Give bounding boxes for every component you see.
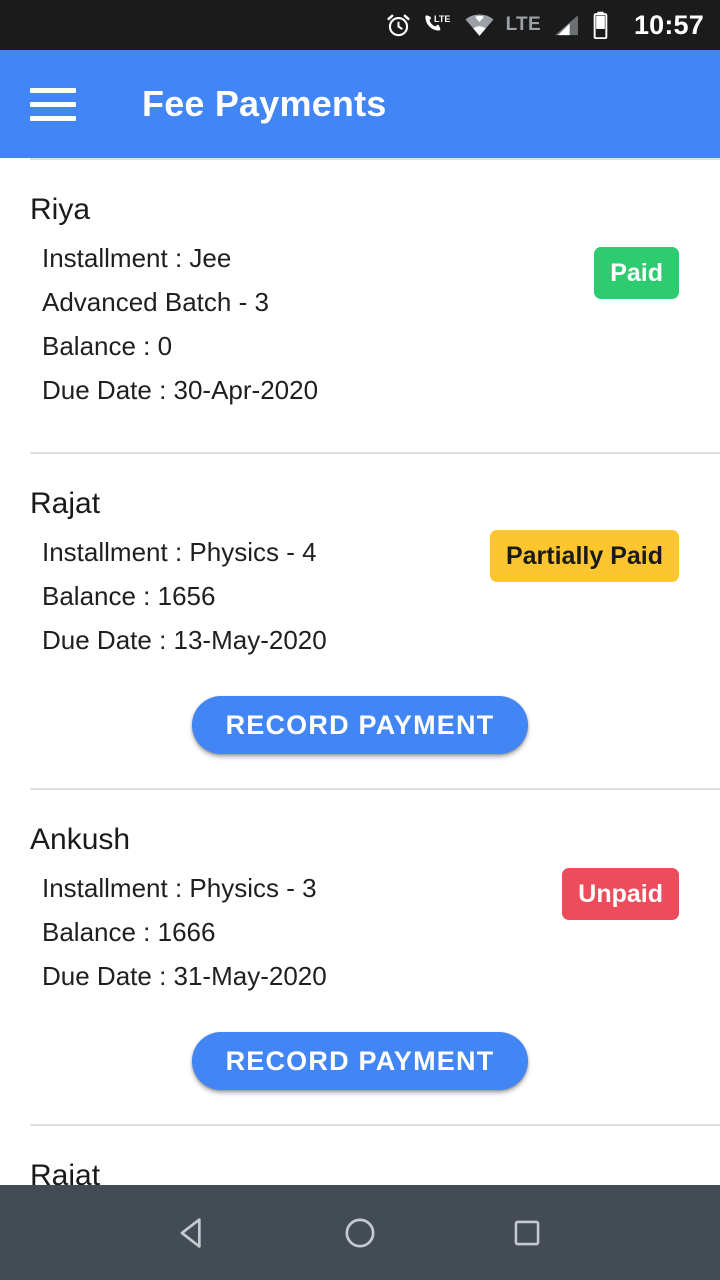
back-triangle-icon[interactable] xyxy=(157,1197,229,1269)
status-badge: Unpaid xyxy=(562,868,679,920)
action-row: RECORD PAYMENT xyxy=(0,1032,720,1124)
list-item[interactable]: Riya Installment : Jee Advanced Batch - … xyxy=(0,160,720,452)
status-bar: LTE LTE 10:57 xyxy=(0,0,720,50)
student-name: Riya xyxy=(30,193,91,226)
page-title: Fee Payments xyxy=(142,83,387,124)
svg-text:LTE: LTE xyxy=(434,14,450,24)
fee-payments-list[interactable]: Riya Installment : Jee Advanced Batch - … xyxy=(0,158,720,1185)
due-date-line: Due Date : 30-Apr-2020 xyxy=(42,375,319,405)
app-screen: LTE LTE 10:57 Fee Payments Riya Installm… xyxy=(0,0,720,1280)
phone-lte-icon: LTE xyxy=(424,14,450,30)
wifi-icon xyxy=(465,14,494,36)
list-item[interactable]: Rajat xyxy=(0,1126,720,1185)
alarm-icon xyxy=(386,14,410,36)
record-payment-button[interactable]: RECORD PAYMENT xyxy=(191,696,529,754)
student-name: Rajat xyxy=(30,487,101,520)
status-badge: Paid xyxy=(594,247,679,299)
home-circle-icon[interactable] xyxy=(324,1197,396,1269)
record-payment-button[interactable]: RECORD PAYMENT xyxy=(191,1032,529,1090)
due-date-line: Due Date : 31-May-2020 xyxy=(42,961,327,991)
battery-icon xyxy=(593,11,608,39)
action-row: RECORD PAYMENT xyxy=(0,696,720,788)
status-icon-group: LTE LTE 10:57 xyxy=(385,10,704,41)
student-name: Ankush xyxy=(30,823,131,856)
android-navigation-bar xyxy=(0,1185,720,1280)
balance-line: Balance : 0 xyxy=(42,331,173,361)
app-bar: Fee Payments xyxy=(0,50,720,158)
student-name: Rajat xyxy=(30,1159,101,1185)
signal-icon xyxy=(554,14,578,35)
status-badge: Partially Paid xyxy=(489,530,679,582)
hamburger-menu-icon[interactable] xyxy=(30,82,86,126)
status-time: 10:57 xyxy=(633,9,704,40)
recents-square-icon[interactable] xyxy=(491,1197,563,1269)
due-date-line: Due Date : 13-May-2020 xyxy=(42,625,327,655)
lte-label: LTE xyxy=(505,14,541,35)
list-item[interactable]: Rajat Installment : Physics - 4 Balance … xyxy=(0,454,720,788)
list-item[interactable]: Ankush Installment : Physics - 3 Balance… xyxy=(0,790,720,1124)
